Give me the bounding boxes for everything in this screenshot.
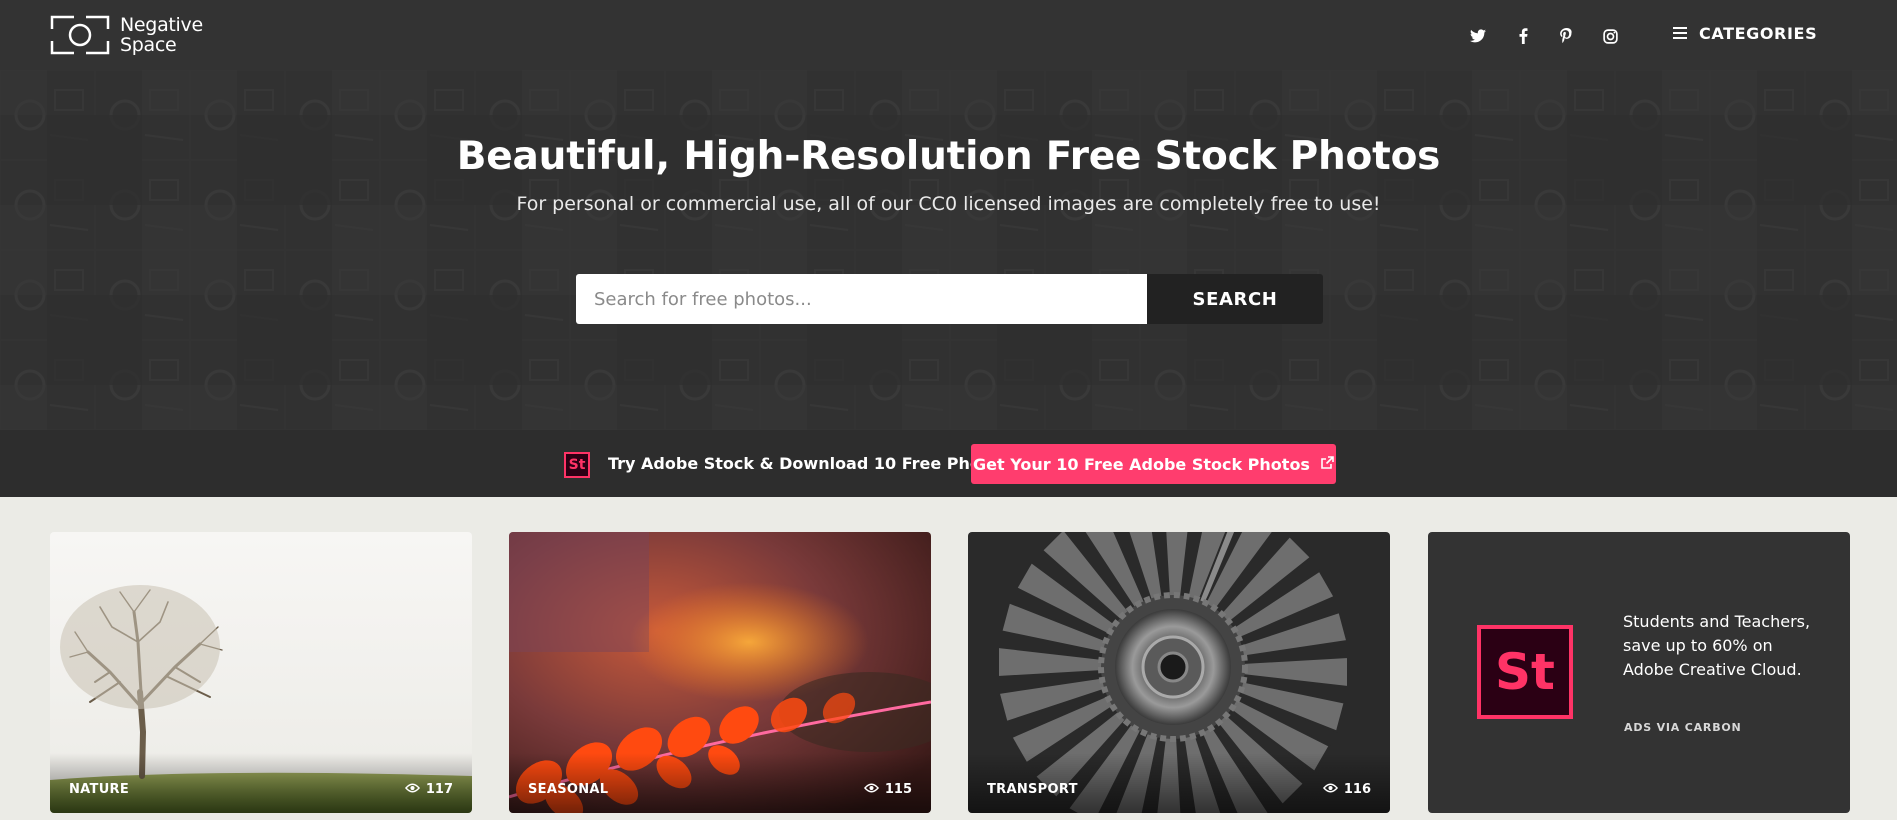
- hero-subtitle: For personal or commercial use, all of o…: [516, 193, 1381, 215]
- categories-label: CATEGORIES: [1699, 24, 1818, 43]
- logo[interactable]: Negative Space: [50, 15, 203, 55]
- views-number: 117: [425, 782, 453, 797]
- eye-icon: [863, 782, 879, 797]
- adobe-stock-promo-bar: St Try Adobe Stock & Download 10 Free Ph…: [0, 430, 1897, 497]
- promo-button-label: Get Your 10 Free Adobe Stock Photos: [973, 454, 1310, 474]
- card-category-label[interactable]: TRANSPORT: [987, 782, 1078, 797]
- adobe-stock-logo-icon[interactable]: St: [1477, 625, 1573, 719]
- card-category-label[interactable]: NATURE: [69, 782, 129, 797]
- hero-title: Beautiful, High-Resolution Free Stock Ph…: [456, 134, 1441, 179]
- logo-line-1: Negative: [120, 14, 203, 36]
- card-view-count: 117: [404, 782, 453, 797]
- adobe-stock-icon: St: [564, 452, 590, 478]
- instagram-icon[interactable]: [1600, 26, 1620, 46]
- camera-logo-icon: [50, 15, 110, 55]
- eye-icon: [404, 782, 420, 797]
- hamburger-icon: [1673, 24, 1687, 43]
- card-view-count: 115: [863, 782, 912, 797]
- card-view-count: 116: [1322, 782, 1371, 797]
- logo-line-2: Space: [120, 34, 177, 56]
- twitter-icon[interactable]: [1468, 26, 1488, 46]
- adobe-stock-cta-button[interactable]: Get Your 10 Free Adobe Stock Photos: [971, 444, 1336, 484]
- pinterest-icon[interactable]: [1556, 26, 1576, 46]
- promo-text: Try Adobe Stock & Download 10 Free Photo…: [608, 454, 1010, 473]
- site-header: Negative Space CATEGORIES: [0, 0, 1897, 70]
- ads-via-carbon-link[interactable]: ADS VIA CARBON: [1624, 721, 1742, 734]
- photo-card[interactable]: TRANSPORT 116: [968, 532, 1390, 813]
- views-number: 116: [1343, 782, 1371, 797]
- eye-icon: [1322, 782, 1338, 797]
- card-category-label[interactable]: SEASONAL: [528, 782, 608, 797]
- photo-card[interactable]: NATURE 117: [50, 532, 472, 813]
- hero-shade: [0, 70, 1897, 430]
- carbon-ad-card: St Students and Teachers, save up to 60%…: [1428, 532, 1850, 813]
- search-button[interactable]: SEARCH: [1147, 274, 1323, 324]
- views-number: 115: [884, 782, 912, 797]
- hero-section: Beautiful, High-Resolution Free Stock Ph…: [0, 70, 1897, 430]
- logo-text: Negative Space: [120, 15, 203, 55]
- photo-card[interactable]: SEASONAL 115: [509, 532, 931, 813]
- search-input[interactable]: [576, 274, 1147, 324]
- facebook-icon[interactable]: [1513, 26, 1533, 46]
- external-link-icon: [1320, 455, 1334, 474]
- categories-menu-button[interactable]: CATEGORIES: [1673, 24, 1817, 43]
- ad-text-link[interactable]: Students and Teachers, save up to 60% on…: [1623, 610, 1828, 682]
